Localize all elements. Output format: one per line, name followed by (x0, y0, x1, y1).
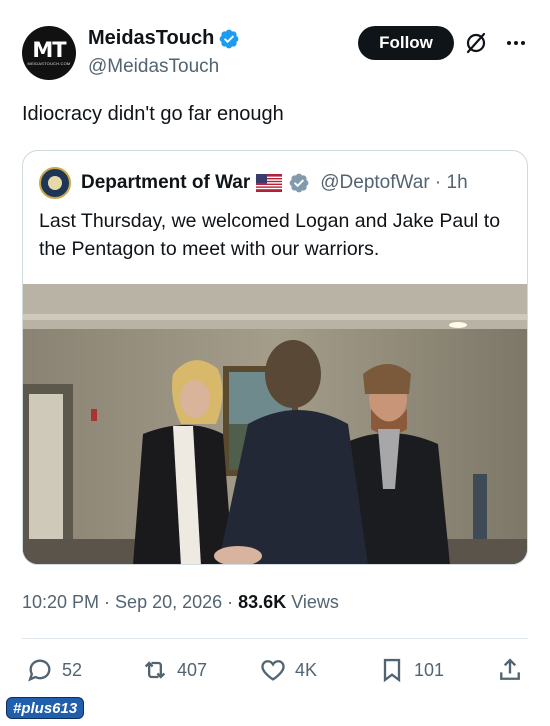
watermark: #plus613 (6, 697, 85, 719)
verified-badge-icon (219, 29, 239, 48)
reply-count: 52 (62, 659, 83, 680)
follow-button[interactable]: Follow (358, 26, 454, 60)
author-avatar[interactable]: MT MEIDASTOUCH.COM (22, 26, 76, 80)
share-button[interactable] (496, 656, 524, 684)
quote-header: Department of War @DeptofWar · 1h (39, 167, 468, 199)
share-icon (500, 658, 520, 680)
like-button[interactable]: 4K (259, 656, 317, 684)
avatar-monogram: MT (32, 38, 66, 62)
meta-separator: · (222, 592, 239, 612)
us-flag-icon (256, 174, 283, 192)
reply-icon (28, 659, 51, 682)
quote-handle-time[interactable]: @DeptofWar · 1h (320, 172, 467, 194)
bookmark-icon (383, 658, 401, 683)
bookmark-count: 101 (414, 659, 445, 680)
quote-text: Last Thursday, we welcomed Logan and Jak… (39, 210, 501, 260)
meta-separator: · (99, 592, 116, 612)
grok-icon[interactable] (464, 31, 488, 55)
quote-avatar[interactable] (39, 167, 71, 199)
views-count: 83.6K (238, 592, 287, 612)
tweet-date[interactable]: Sep 20, 2026 (115, 592, 222, 612)
tweet-meta: 10:20 PM · Sep 20, 2026 · 83.6K Views (22, 592, 339, 613)
gray-check-icon (289, 173, 309, 193)
action-bar: 52 407 4K 101 (26, 656, 524, 688)
reply-button[interactable]: 52 (26, 656, 82, 684)
divider (22, 638, 528, 639)
avatar-subtext: MEIDASTOUCH.COM (27, 61, 71, 66)
repost-icon (144, 661, 166, 679)
tweet-header: MT MEIDASTOUCH.COM MeidasTouch @MeidasTo… (22, 22, 532, 82)
photo-scene (23, 284, 527, 564)
bookmark-button[interactable]: 101 (378, 656, 444, 684)
author-info: MeidasTouch @MeidasTouch (88, 27, 240, 78)
more-icon[interactable] (504, 31, 528, 55)
repost-count: 407 (177, 659, 208, 680)
quote-photo[interactable] (23, 284, 527, 564)
views-label: Views (286, 592, 339, 612)
tweet-time[interactable]: 10:20 PM (22, 592, 99, 612)
repost-button[interactable]: 407 (141, 656, 207, 684)
tweet-text: Idiocracy didn't go far enough (22, 103, 284, 125)
author-handle[interactable]: @MeidasTouch (88, 56, 240, 78)
quoted-tweet[interactable]: Department of War @DeptofWar · 1h Last T… (22, 150, 528, 565)
like-count: 4K (295, 659, 318, 680)
like-icon (261, 660, 285, 681)
author-name[interactable]: MeidasTouch (88, 27, 214, 50)
quote-author-name[interactable]: Department of War (81, 172, 250, 194)
